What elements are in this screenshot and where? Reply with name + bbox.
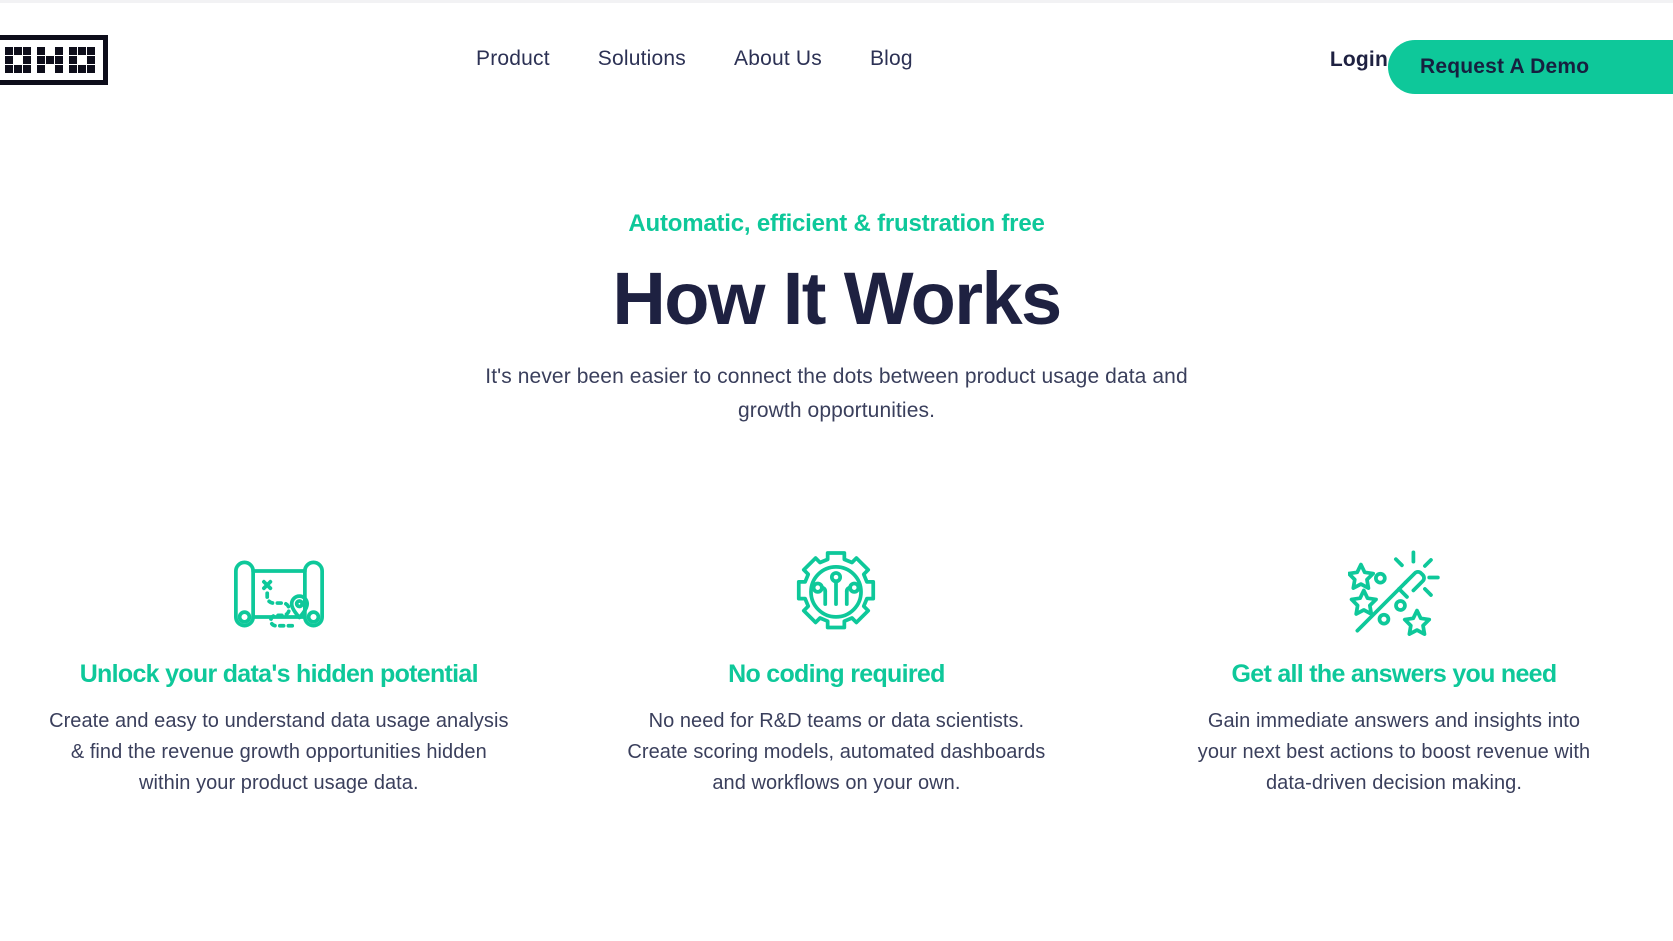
feature-card-unlock-data: Unlock your data's hidden potential Crea… bbox=[0, 548, 558, 799]
site-header: Product Solutions About Us Blog Login Re… bbox=[0, 3, 1673, 116]
nav-item-about-us[interactable]: About Us bbox=[734, 47, 870, 71]
main-navigation: Product Solutions About Us Blog bbox=[476, 47, 961, 71]
request-demo-button[interactable]: Request A Demo bbox=[1388, 40, 1673, 94]
page-root: Product Solutions About Us Blog Login Re… bbox=[0, 0, 1673, 941]
page-title: How It Works bbox=[612, 257, 1062, 340]
logo-letter-o-right bbox=[69, 47, 95, 73]
feature-title-no-coding: No coding required bbox=[728, 660, 945, 688]
feature-body-unlock-data: Create and easy to understand data usage… bbox=[49, 710, 509, 794]
nav-item-solutions[interactable]: Solutions bbox=[598, 47, 734, 71]
magic-wand-icon bbox=[1347, 550, 1440, 636]
login-link[interactable]: Login bbox=[1330, 48, 1388, 72]
logo-letter-h bbox=[37, 47, 63, 73]
feature-body-no-coding: No need for R&D teams or data scientists… bbox=[627, 710, 1046, 794]
hero-subtitle: It's never been easier to connect the do… bbox=[485, 364, 1188, 422]
nav-item-product[interactable]: Product bbox=[476, 47, 598, 71]
feature-title-answers: Get all the answers you need bbox=[1231, 660, 1558, 688]
feature-card-no-coding: No coding required No need for R&D teams… bbox=[558, 548, 1116, 799]
hero-section: Automatic, efficient & frustration free … bbox=[0, 116, 1673, 428]
logo-letter-o-left bbox=[5, 47, 31, 73]
features-section: Unlock your data's hidden potential Crea… bbox=[0, 548, 1673, 799]
feature-card-answers: Get all the answers you need Gain immedi… bbox=[1115, 548, 1673, 799]
gear-circuit-icon bbox=[797, 551, 876, 630]
oho-logo[interactable] bbox=[0, 35, 108, 85]
map-scroll-icon bbox=[233, 560, 324, 628]
feature-title-unlock-data: Unlock your data's hidden potential bbox=[79, 660, 479, 688]
hero-eyebrow: Automatic, efficient & frustration free bbox=[628, 210, 1045, 237]
nav-item-blog[interactable]: Blog bbox=[870, 47, 961, 71]
feature-body-answers: Gain immediate answers and insights into… bbox=[1197, 710, 1591, 794]
